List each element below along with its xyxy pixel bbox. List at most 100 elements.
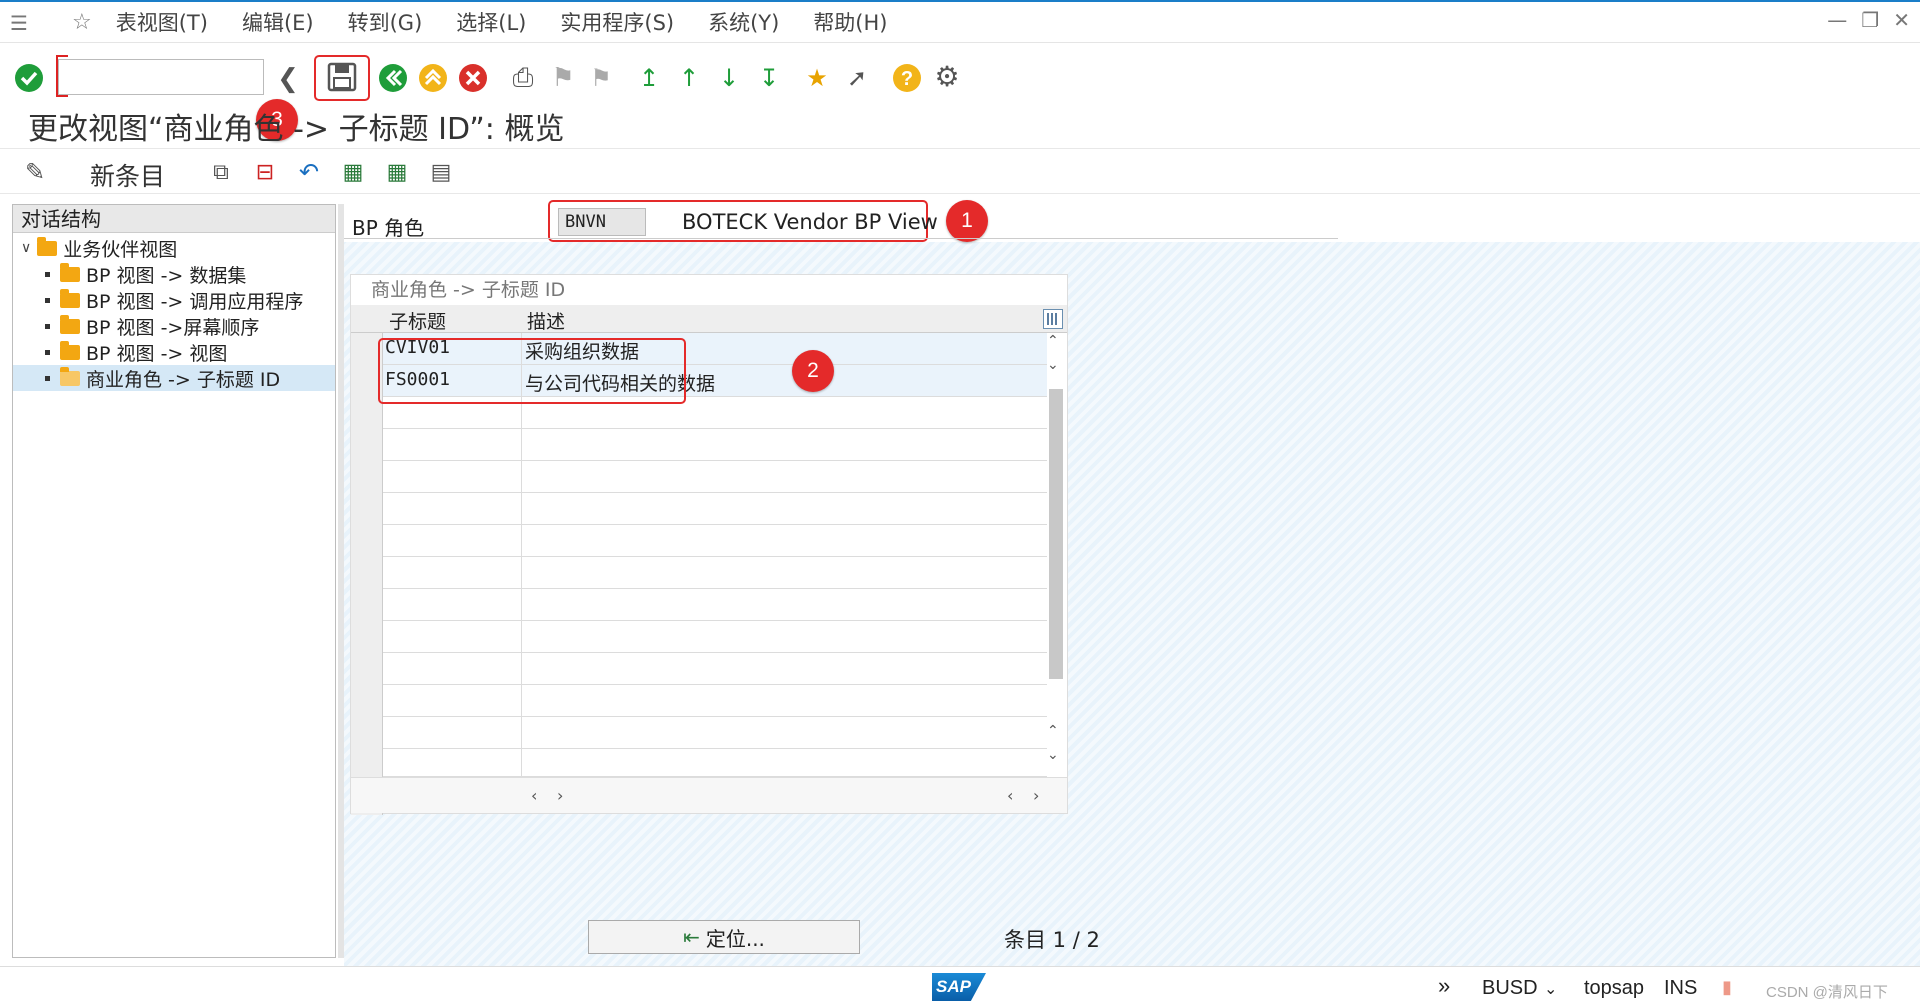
scroll-left-icon[interactable]: ‹ bbox=[1007, 786, 1013, 805]
system-menu-icon[interactable]: ☰ bbox=[10, 11, 32, 35]
input-mode[interactable]: INS bbox=[1664, 977, 1697, 1000]
tree-item[interactable]: BP 视图 -> 调用应用程序 bbox=[13, 287, 335, 313]
horizontal-scrollbar[interactable]: ‹ › ‹ › bbox=[351, 777, 1067, 813]
bullet-icon bbox=[45, 323, 50, 329]
table-row-empty[interactable] bbox=[383, 429, 1047, 461]
undo-icon[interactable]: ↶ bbox=[294, 157, 324, 187]
bp-role-description: BOTECK Vendor BP View bbox=[682, 210, 938, 234]
menu-help[interactable]: 帮助(H) bbox=[813, 7, 887, 37]
annotation-box-2 bbox=[378, 338, 686, 404]
lock-icon: ▮ bbox=[1722, 977, 1732, 997]
folder-icon bbox=[37, 236, 58, 256]
display-change-icon[interactable]: ✎ bbox=[20, 157, 50, 187]
table-title: 商业角色 -> 子标题 ID bbox=[371, 279, 566, 301]
status-bar: SAP » BUSD ⌄ topsap INS ▮ CSDN @清风日下 bbox=[0, 966, 1920, 1008]
find-icon[interactable]: ⚑ bbox=[546, 61, 580, 95]
tree-item-label: BP 视图 ->屏幕顺序 bbox=[86, 316, 260, 339]
tree-item-selected[interactable]: 商业角色 -> 子标题 ID bbox=[13, 365, 335, 391]
deselect-all-icon[interactable]: ▤ bbox=[426, 157, 456, 187]
print-icon[interactable]: ⎙ bbox=[506, 61, 540, 95]
menu-utilities[interactable]: 实用程序(S) bbox=[560, 7, 674, 37]
tree-item[interactable]: BP 视图 ->屏幕顺序 bbox=[13, 313, 335, 339]
folder-icon bbox=[60, 288, 80, 308]
select-all-icon[interactable]: ▦ bbox=[338, 157, 368, 187]
tree-item[interactable]: BP 视图 -> 视图 bbox=[13, 339, 335, 365]
open-folder-icon bbox=[60, 366, 80, 386]
chevron-down-icon[interactable]: ⌄ bbox=[1544, 979, 1557, 999]
column-header-subheader[interactable]: 子标题 bbox=[389, 307, 446, 334]
restore-icon[interactable]: ❐ bbox=[1861, 8, 1879, 32]
minimize-icon[interactable]: — bbox=[1827, 8, 1847, 32]
host-name: topsap bbox=[1584, 977, 1645, 999]
menu-selection[interactable]: 选择(L) bbox=[456, 7, 526, 37]
tree-node-root[interactable]: ∨ 业务伙伴视图 bbox=[13, 235, 335, 261]
position-button[interactable]: ⇤ 定位... bbox=[588, 920, 860, 954]
cancel-icon[interactable] bbox=[458, 63, 488, 93]
system-client: BUSD bbox=[1482, 977, 1538, 999]
bp-role-label: BP 角色 bbox=[352, 216, 425, 240]
table-row-empty[interactable] bbox=[383, 621, 1047, 653]
menu-table-view[interactable]: 表视图(T) bbox=[116, 7, 208, 37]
folder-icon bbox=[60, 262, 80, 282]
tree-item-label: 商业角色 -> 子标题 ID bbox=[86, 368, 281, 391]
last-page-icon[interactable]: ↧ bbox=[752, 61, 786, 95]
sap-logo: SAP bbox=[932, 973, 986, 1001]
back-icon[interactable] bbox=[378, 63, 408, 93]
table-row-empty[interactable] bbox=[383, 557, 1047, 589]
close-icon[interactable]: ✕ bbox=[1893, 8, 1910, 32]
bp-role-code: BNVN bbox=[558, 208, 646, 236]
scroll-up-icon[interactable]: ⌃ bbox=[1047, 333, 1059, 349]
select-block-icon[interactable]: ▦ bbox=[382, 157, 412, 187]
next-page-icon[interactable]: ↓ bbox=[712, 61, 746, 95]
find-next-icon[interactable]: ⚑ bbox=[584, 61, 618, 95]
command-field[interactable] bbox=[59, 60, 263, 94]
scrollbar-thumb[interactable] bbox=[1049, 389, 1063, 679]
enter-check-icon[interactable] bbox=[14, 63, 44, 93]
dialog-structure-panel: 对话结构 ∨ 业务伙伴视图 BP 视图 -> 数据集 BP 视图 -> 调用应用… bbox=[12, 204, 336, 958]
table-row-empty[interactable] bbox=[383, 589, 1047, 621]
exit-icon[interactable] bbox=[418, 63, 448, 93]
delete-icon[interactable]: ⊟ bbox=[250, 157, 280, 187]
bullet-icon bbox=[45, 375, 50, 381]
scroll-down-icon[interactable]: ⌄ bbox=[1047, 357, 1059, 373]
table-row-empty[interactable] bbox=[383, 717, 1047, 749]
shortcut-icon[interactable]: ➚ bbox=[840, 61, 874, 95]
table-row-empty[interactable] bbox=[383, 493, 1047, 525]
expand-status-icon[interactable]: » bbox=[1438, 973, 1450, 999]
new-entries-button[interactable]: 新条目 bbox=[90, 157, 165, 193]
table-row-empty[interactable] bbox=[383, 685, 1047, 717]
copy-as-icon[interactable]: ⧉ bbox=[206, 157, 236, 187]
scroll-up-icon[interactable]: ⌃ bbox=[1047, 723, 1059, 739]
new-session-icon[interactable]: ★ bbox=[800, 61, 834, 95]
expand-command-icon[interactable]: ❮ bbox=[268, 59, 308, 99]
menu-bar: ☰ ☆ 表视图(T) 编辑(E) 转到(G) 选择(L) 实用程序(S) 系统(… bbox=[0, 0, 1920, 42]
scroll-left-icon[interactable]: ‹ bbox=[531, 786, 537, 805]
scroll-down-icon[interactable]: ⌄ bbox=[1047, 747, 1059, 763]
menu-goto[interactable]: 转到(G) bbox=[348, 7, 423, 37]
row-selector-column[interactable] bbox=[351, 333, 383, 815]
save-icon[interactable] bbox=[326, 61, 358, 93]
column-header-description[interactable]: 描述 bbox=[527, 307, 565, 334]
table-row-empty[interactable] bbox=[383, 749, 1047, 777]
dialog-tree: ∨ 业务伙伴视图 BP 视图 -> 数据集 BP 视图 -> 调用应用程序 BP… bbox=[13, 233, 335, 391]
vertical-scrollbar[interactable]: ⌃ ⌄ ⌃ ⌄ bbox=[1045, 333, 1065, 777]
help-icon[interactable]: ? bbox=[892, 63, 922, 93]
favorites-icon[interactable]: ☆ bbox=[72, 10, 92, 35]
settings-gear-icon[interactable]: ⚙ bbox=[930, 59, 964, 93]
table-row-empty[interactable] bbox=[383, 525, 1047, 557]
bullet-icon bbox=[45, 349, 50, 355]
first-page-icon[interactable]: ↥ bbox=[632, 61, 666, 95]
bp-role-header: BP 角色 BNVN BOTECK Vendor BP View 1 bbox=[344, 194, 1920, 242]
scroll-right-icon[interactable]: › bbox=[1033, 786, 1039, 805]
scroll-right-icon[interactable]: › bbox=[557, 786, 563, 805]
chevron-down-icon[interactable]: ∨ bbox=[21, 240, 31, 256]
previous-page-icon[interactable]: ↑ bbox=[672, 61, 706, 95]
menu-edit[interactable]: 编辑(E) bbox=[242, 7, 314, 37]
menu-system[interactable]: 系统(Y) bbox=[708, 7, 779, 37]
table-row-empty[interactable] bbox=[383, 461, 1047, 493]
table-row-empty[interactable] bbox=[383, 653, 1047, 685]
folder-icon bbox=[60, 340, 80, 360]
tree-item[interactable]: BP 视图 -> 数据集 bbox=[13, 261, 335, 287]
column-settings-icon[interactable] bbox=[1043, 309, 1063, 329]
annotation-badge-1: 1 bbox=[946, 200, 988, 242]
